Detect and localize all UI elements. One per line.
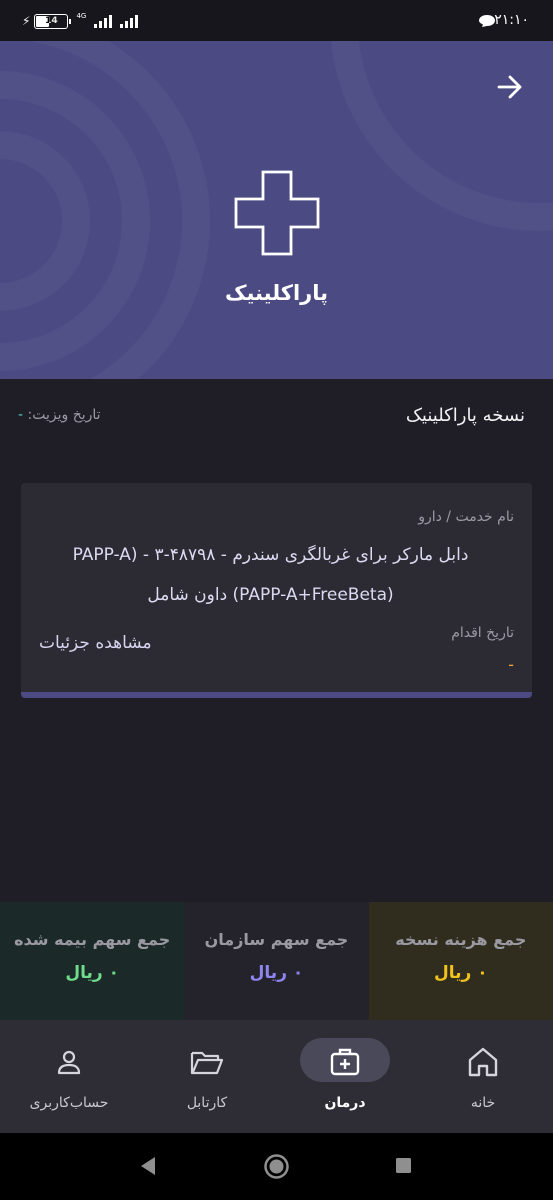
arrow-right-icon[interactable]	[495, 72, 525, 102]
nav-item-account[interactable]: حساب‌کاربری	[0, 1020, 138, 1133]
prescription-card: نام خدمت / دارو دابل مارکر برای غربالگری…	[21, 483, 532, 698]
hero-banner: پاراکلینیک	[0, 41, 553, 379]
clock: ۲۱:۱۰	[494, 12, 529, 28]
total-label: جمع سهم بیمه شده	[14, 930, 171, 949]
medical-cross-icon	[234, 170, 320, 256]
nav-label: درمان	[324, 1095, 366, 1111]
network-type: 4G	[76, 11, 87, 20]
totals-bar: جمع سهم بیمه شده ۰ ریال جمع سهم سازمان ۰…	[0, 902, 553, 1020]
section-title: نسخه پاراکلینیک	[405, 405, 525, 426]
user-icon	[49, 1042, 89, 1082]
decorative-ring	[330, 41, 553, 231]
home-icon	[463, 1042, 503, 1082]
total-insured-share: جمع سهم بیمه شده ۰ ریال	[0, 902, 185, 1020]
signal-icon	[94, 14, 113, 28]
total-label: جمع سهم سازمان	[204, 930, 349, 949]
visit-date-value: -	[18, 407, 24, 423]
total-value: ۰ ریال	[434, 963, 488, 983]
total-value: ۰ ریال	[249, 963, 304, 983]
nav-item-cartable[interactable]: کارتابل	[138, 1020, 276, 1133]
medical-kit-icon	[325, 1042, 365, 1082]
total-prescription-cost: جمع هزینه نسخه ۰ ریال	[368, 902, 553, 1020]
status-bar: ⚡ 14 4G ۲۱:۱۰	[0, 0, 553, 41]
nav-label: خانه	[470, 1095, 496, 1111]
back-triangle-icon[interactable]	[139, 1155, 157, 1177]
chat-notification-icon	[479, 15, 495, 27]
service-name: دابل مارکر برای غربالگری سندرم - PAPP-A)…	[72, 545, 469, 605]
action-date-value: -	[508, 655, 514, 674]
system-navigation-bar	[0, 1133, 553, 1200]
folder-icon	[187, 1042, 227, 1082]
action-date-label: تاریخ اقدام	[451, 625, 514, 641]
nav-label: حساب‌کاربری	[29, 1095, 109, 1111]
charging-icon: ⚡	[22, 14, 31, 28]
nav-item-treatment[interactable]: درمان	[276, 1020, 414, 1133]
total-organization-share: جمع سهم سازمان ۰ ریال	[184, 902, 369, 1020]
nav-label: کارتابل	[186, 1095, 228, 1111]
visit-date-label: تاریخ ویزیت:	[27, 407, 101, 423]
recent-apps-icon[interactable]	[395, 1157, 412, 1174]
bottom-navigation: حساب‌کاربری کارتابل درمان خانه	[0, 1020, 553, 1133]
battery-icon: 14	[34, 13, 72, 29]
signal-icon-2	[120, 14, 139, 28]
total-value: ۰ ریال	[65, 963, 119, 983]
status-indicators: ⚡ 14 4G	[22, 11, 139, 29]
nav-item-home[interactable]: خانه	[414, 1020, 552, 1133]
battery-level: 14	[45, 16, 58, 26]
service-label: نام خدمت / دارو	[418, 509, 514, 525]
home-circle-icon[interactable]	[263, 1153, 290, 1180]
view-details-link[interactable]: مشاهده جزئیات	[39, 633, 152, 653]
visit-date: تاریخ ویزیت: -	[18, 407, 101, 423]
total-label: جمع هزینه نسخه	[395, 930, 527, 949]
page-title: پاراکلینیک	[224, 281, 329, 305]
